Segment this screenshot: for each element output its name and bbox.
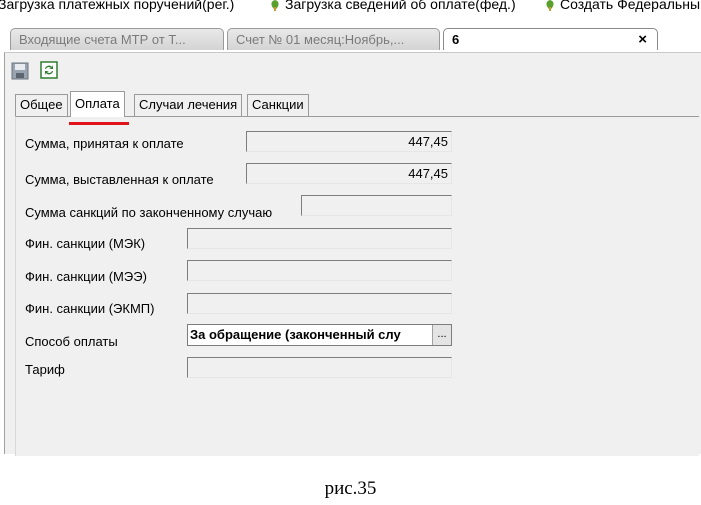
fin-mee-field[interactable] <box>187 260 452 281</box>
fin-mek-field[interactable] <box>187 228 452 249</box>
payment-method-value: За обращение (законченный слу <box>190 327 401 342</box>
tab-payment[interactable]: Оплата <box>70 91 125 117</box>
sanctions-total-label: Сумма санкций по законченному случаю <box>25 205 273 220</box>
fin-mek-label: Фин. санкции (МЭК) <box>25 236 146 251</box>
tab-treatment-cases[interactable]: Случаи лечения <box>134 94 243 116</box>
close-icon[interactable]: × <box>638 29 647 50</box>
fin-ekmp-field[interactable] <box>187 293 452 314</box>
active-tab-highlight <box>69 122 129 125</box>
sum-billed-field[interactable]: 447,45 <box>246 163 452 184</box>
tab-sanctions[interactable]: Санкции <box>247 94 309 116</box>
create-federal-label: Создать Федеральны <box>560 0 700 12</box>
payment-method-select[interactable]: За обращение (законченный слу ... <box>187 324 452 346</box>
sum-billed-label: Сумма, выставленная к оплате <box>25 172 214 187</box>
load-payment-info-label: Загрузка сведений об оплате(фед.) <box>285 0 516 12</box>
fin-ekmp-label: Фин. санкции (ЭКМП) <box>25 301 155 316</box>
payment-method-label: Способ оплаты <box>25 334 118 349</box>
payment-method-ellipsis-button[interactable]: ... <box>432 325 451 345</box>
tab-incoming-invoices[interactable]: Входящие счета МТР от Т... <box>10 28 224 50</box>
tab-label: Счет № 01 месяц:Ноябрь,... <box>236 32 405 47</box>
tab-label: Оплата <box>75 96 120 111</box>
load-payment-info-button[interactable]: Загрузка сведений об оплате(фед.) <box>269 0 516 12</box>
tab-label: Санкции <box>252 97 304 112</box>
tab-label: 6 <box>452 32 460 47</box>
top-toolbar: Загрузка платежных поручений(рег.) Загру… <box>0 0 701 20</box>
tariff-field[interactable] <box>187 357 452 378</box>
document-tab-bar: Входящие счета МТР от Т... Счет № 01 мес… <box>0 26 701 52</box>
load-payment-orders-button[interactable]: Загрузка платежных поручений(рег.) <box>0 0 234 12</box>
tab-label: Общее <box>20 97 63 112</box>
tab-active-6[interactable]: 6 × <box>443 28 658 50</box>
tab-label: Входящие счета МТР от Т... <box>19 32 186 47</box>
figure-caption: рис.35 <box>324 478 377 499</box>
sanctions-total-field[interactable] <box>301 195 452 216</box>
leaf-icon <box>271 0 279 12</box>
save-icon[interactable] <box>11 62 29 80</box>
fin-mee-label: Фин. санкции (МЭЭ) <box>25 269 147 284</box>
sum-accepted-label: Сумма, принятая к оплате <box>25 136 184 151</box>
create-federal-button[interactable]: Создать Федеральны <box>544 0 700 12</box>
sum-accepted-field[interactable]: 447,45 <box>246 131 452 152</box>
tariff-label: Тариф <box>25 362 65 377</box>
load-payment-orders-label: Загрузка платежных поручений(рег.) <box>0 0 235 12</box>
leaf-icon <box>546 0 554 12</box>
tab-label: Случаи лечения <box>139 97 238 112</box>
refresh-icon[interactable] <box>40 61 58 79</box>
tab-general[interactable]: Общее <box>15 94 68 116</box>
tab-invoice[interactable]: Счет № 01 месяц:Ноябрь,... <box>227 28 440 50</box>
